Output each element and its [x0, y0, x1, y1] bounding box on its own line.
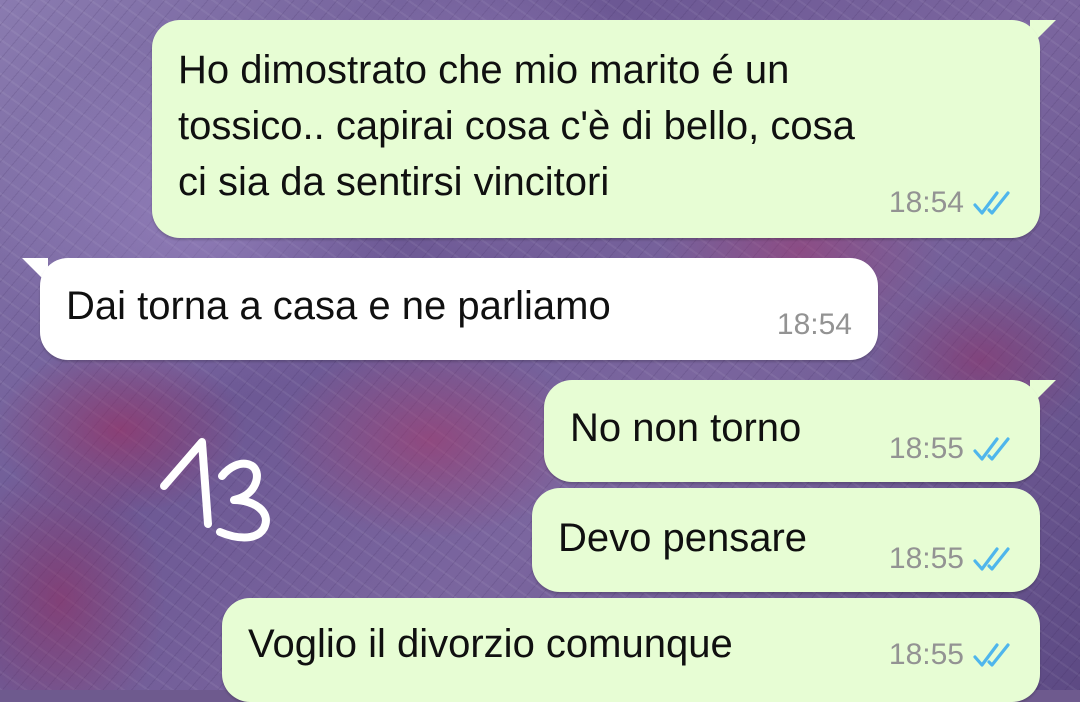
message-bubble-outgoing[interactable]: Voglio il divorzio comunque 18:55	[222, 598, 1040, 702]
message-bubble-outgoing[interactable]: Ho dimostrato che mio marito é un tossic…	[152, 20, 1040, 238]
handwritten-annotation	[160, 438, 270, 542]
message-time: 18:55	[888, 432, 964, 465]
message-time: 18:55	[888, 542, 964, 575]
message-text: Devo pensare	[558, 516, 808, 560]
message-bubble-outgoing[interactable]: Devo pensare 18:55	[532, 488, 1040, 592]
message-bubble-incoming[interactable]: Dai torna a casa e ne parliamo 18:54	[40, 258, 878, 360]
double-check-read-icon	[973, 643, 1010, 667]
message-text: Dai torna a casa e ne parliamo	[66, 284, 611, 328]
message-time: 18:54	[776, 308, 852, 341]
message-meta: 18:55	[889, 542, 1016, 576]
message-time: 18:55	[888, 638, 964, 671]
message-meta: 18:54	[777, 308, 852, 342]
message-time: 18:54	[888, 186, 964, 219]
message-meta: 18:54	[889, 186, 1016, 220]
message-bubble-outgoing[interactable]: No non torno 18:55	[544, 380, 1040, 482]
message-meta: 18:55	[889, 638, 1016, 672]
double-check-read-icon	[973, 191, 1010, 215]
message-meta: 18:55	[889, 432, 1016, 466]
message-text: Ho dimostrato che mio marito é un tossic…	[178, 48, 855, 204]
double-check-read-icon	[973, 547, 1010, 571]
message-text: Voglio il divorzio comunque	[248, 622, 733, 666]
message-text: No non torno	[570, 406, 802, 450]
double-check-read-icon	[973, 437, 1010, 461]
